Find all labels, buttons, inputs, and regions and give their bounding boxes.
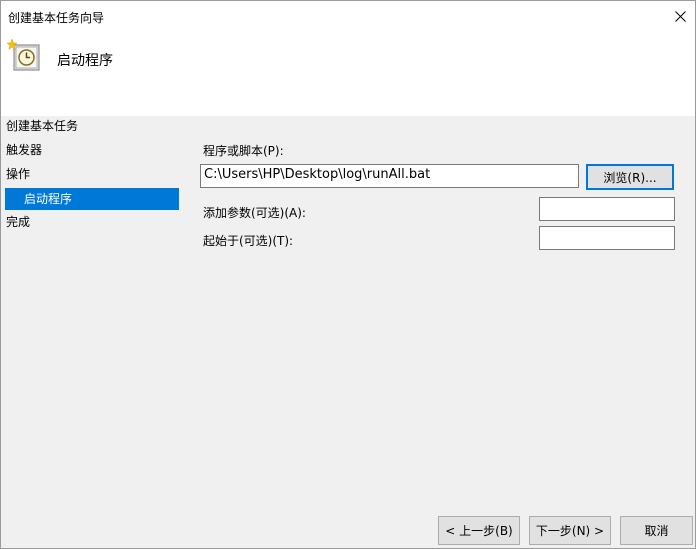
window-title: 创建基本任务向导 <box>8 11 105 25</box>
step-action[interactable]: 操作 <box>6 166 30 182</box>
next-button[interactable]: 下一步(N) > <box>529 516 611 545</box>
program-input[interactable]: C:\Users\HP\Desktop\log\runAll.bat <box>200 164 579 188</box>
program-label: 程序或脚本(P): <box>203 144 284 158</box>
start-in-input[interactable] <box>539 226 675 250</box>
task-wizard-window: 创建基本任务向导 启动程序 创建基本任务 触发器 操作 启动程序 完成 程序或脚… <box>0 0 696 549</box>
wizard-steps-sidebar: 创建基本任务 触发器 操作 启动程序 完成 <box>1 116 181 536</box>
cancel-button[interactable]: 取消 <box>620 516 693 545</box>
step-create-basic-task[interactable]: 创建基本任务 <box>6 118 78 134</box>
page-title: 启动程序 <box>57 53 113 69</box>
title-bar: 创建基本任务向导 <box>1 1 695 32</box>
browse-button[interactable]: 浏览(R)... <box>586 164 674 190</box>
close-icon <box>674 11 686 22</box>
wizard-header: 启动程序 <box>1 32 695 116</box>
step-finish[interactable]: 完成 <box>6 214 30 230</box>
args-label: 添加参数(可选)(A): <box>203 206 306 220</box>
args-input[interactable] <box>539 197 675 221</box>
close-button[interactable] <box>665 1 695 32</box>
step-start-program[interactable]: 启动程序 <box>5 188 179 210</box>
clock-task-icon <box>7 38 40 71</box>
start-in-label: 起始于(可选)(T): <box>203 234 294 248</box>
step-trigger[interactable]: 触发器 <box>6 142 42 158</box>
back-button[interactable]: < 上一步(B) <box>438 516 520 545</box>
